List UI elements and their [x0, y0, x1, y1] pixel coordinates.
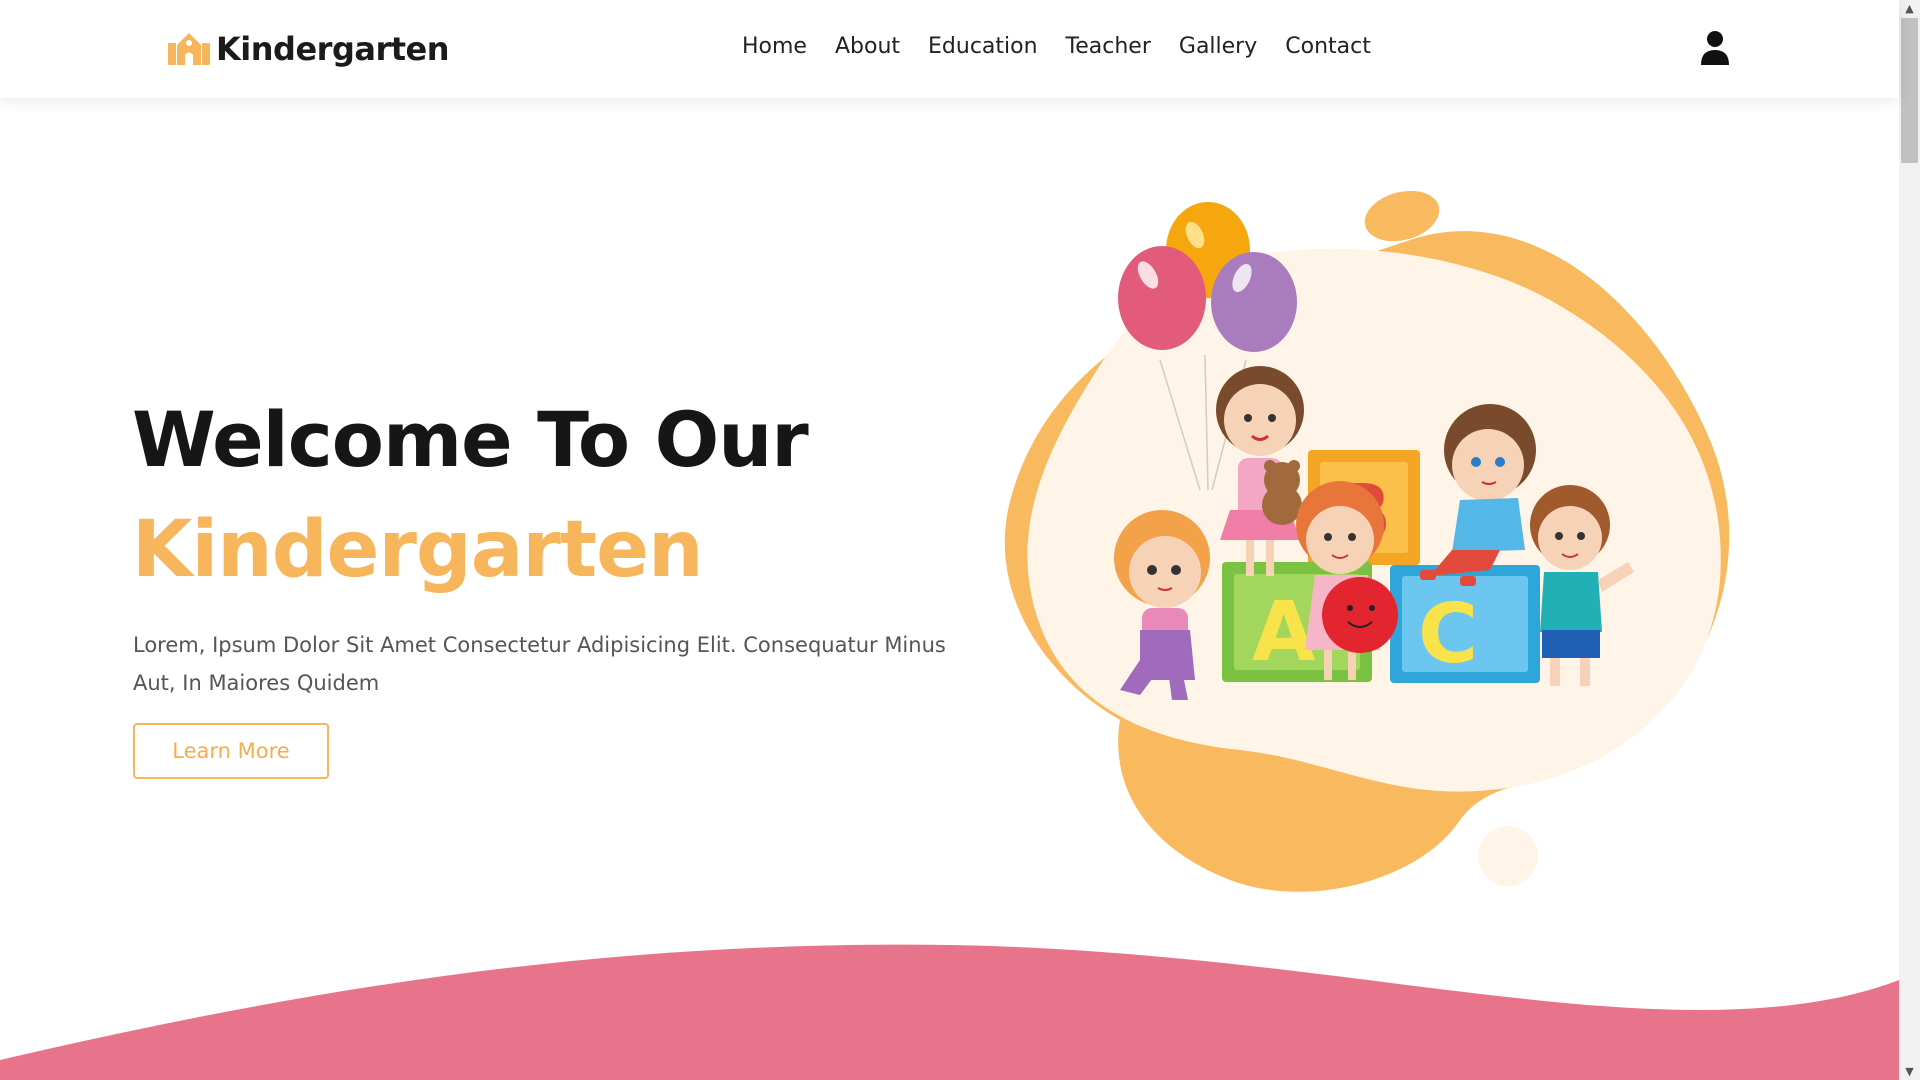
hero-accent-title: Kindergarten — [132, 505, 704, 595]
hero-title: Welcome To Our — [132, 395, 809, 484]
brand-name: Kindergarten — [216, 30, 450, 68]
balloon-purple — [1211, 252, 1297, 352]
nav-item-teacher[interactable]: Teacher — [1066, 34, 1151, 59]
learn-more-button[interactable]: Learn More — [133, 723, 329, 779]
pink-wave-divider — [0, 944, 1899, 1080]
scrollbar-thumb[interactable] — [1901, 18, 1918, 163]
brand-logo[interactable]: Kindergarten — [168, 30, 450, 68]
user-icon[interactable] — [1700, 30, 1730, 66]
red-ball — [1322, 577, 1398, 653]
scroll-up-arrow-icon[interactable]: ▲ — [1899, 0, 1920, 17]
nav-item-about[interactable]: About — [835, 34, 900, 59]
nav-item-education[interactable]: Education — [928, 34, 1038, 59]
nav-item-gallery[interactable]: Gallery — [1179, 34, 1257, 59]
scroll-down-arrow-icon[interactable]: ▼ — [1899, 1063, 1920, 1080]
site-header: Kindergarten Home About Education Teache… — [0, 0, 1899, 98]
svg-text:A: A — [1252, 585, 1316, 680]
page-scrollbar[interactable]: ▲ ▼ — [1899, 0, 1920, 1080]
kids-illustration: B A C — [1004, 190, 1730, 892]
school-building-icon — [168, 33, 210, 65]
main-nav: Home About Education Teacher Gallery Con… — [742, 34, 1371, 59]
cream-dot — [1478, 826, 1538, 886]
hero-description: Lorem, Ipsum Dolor Sit Amet Consectetur … — [133, 633, 946, 695]
balloon-pink — [1118, 246, 1206, 350]
svg-text:C: C — [1418, 587, 1478, 682]
nav-item-home[interactable]: Home — [742, 34, 807, 59]
nav-item-contact[interactable]: Contact — [1285, 34, 1371, 59]
